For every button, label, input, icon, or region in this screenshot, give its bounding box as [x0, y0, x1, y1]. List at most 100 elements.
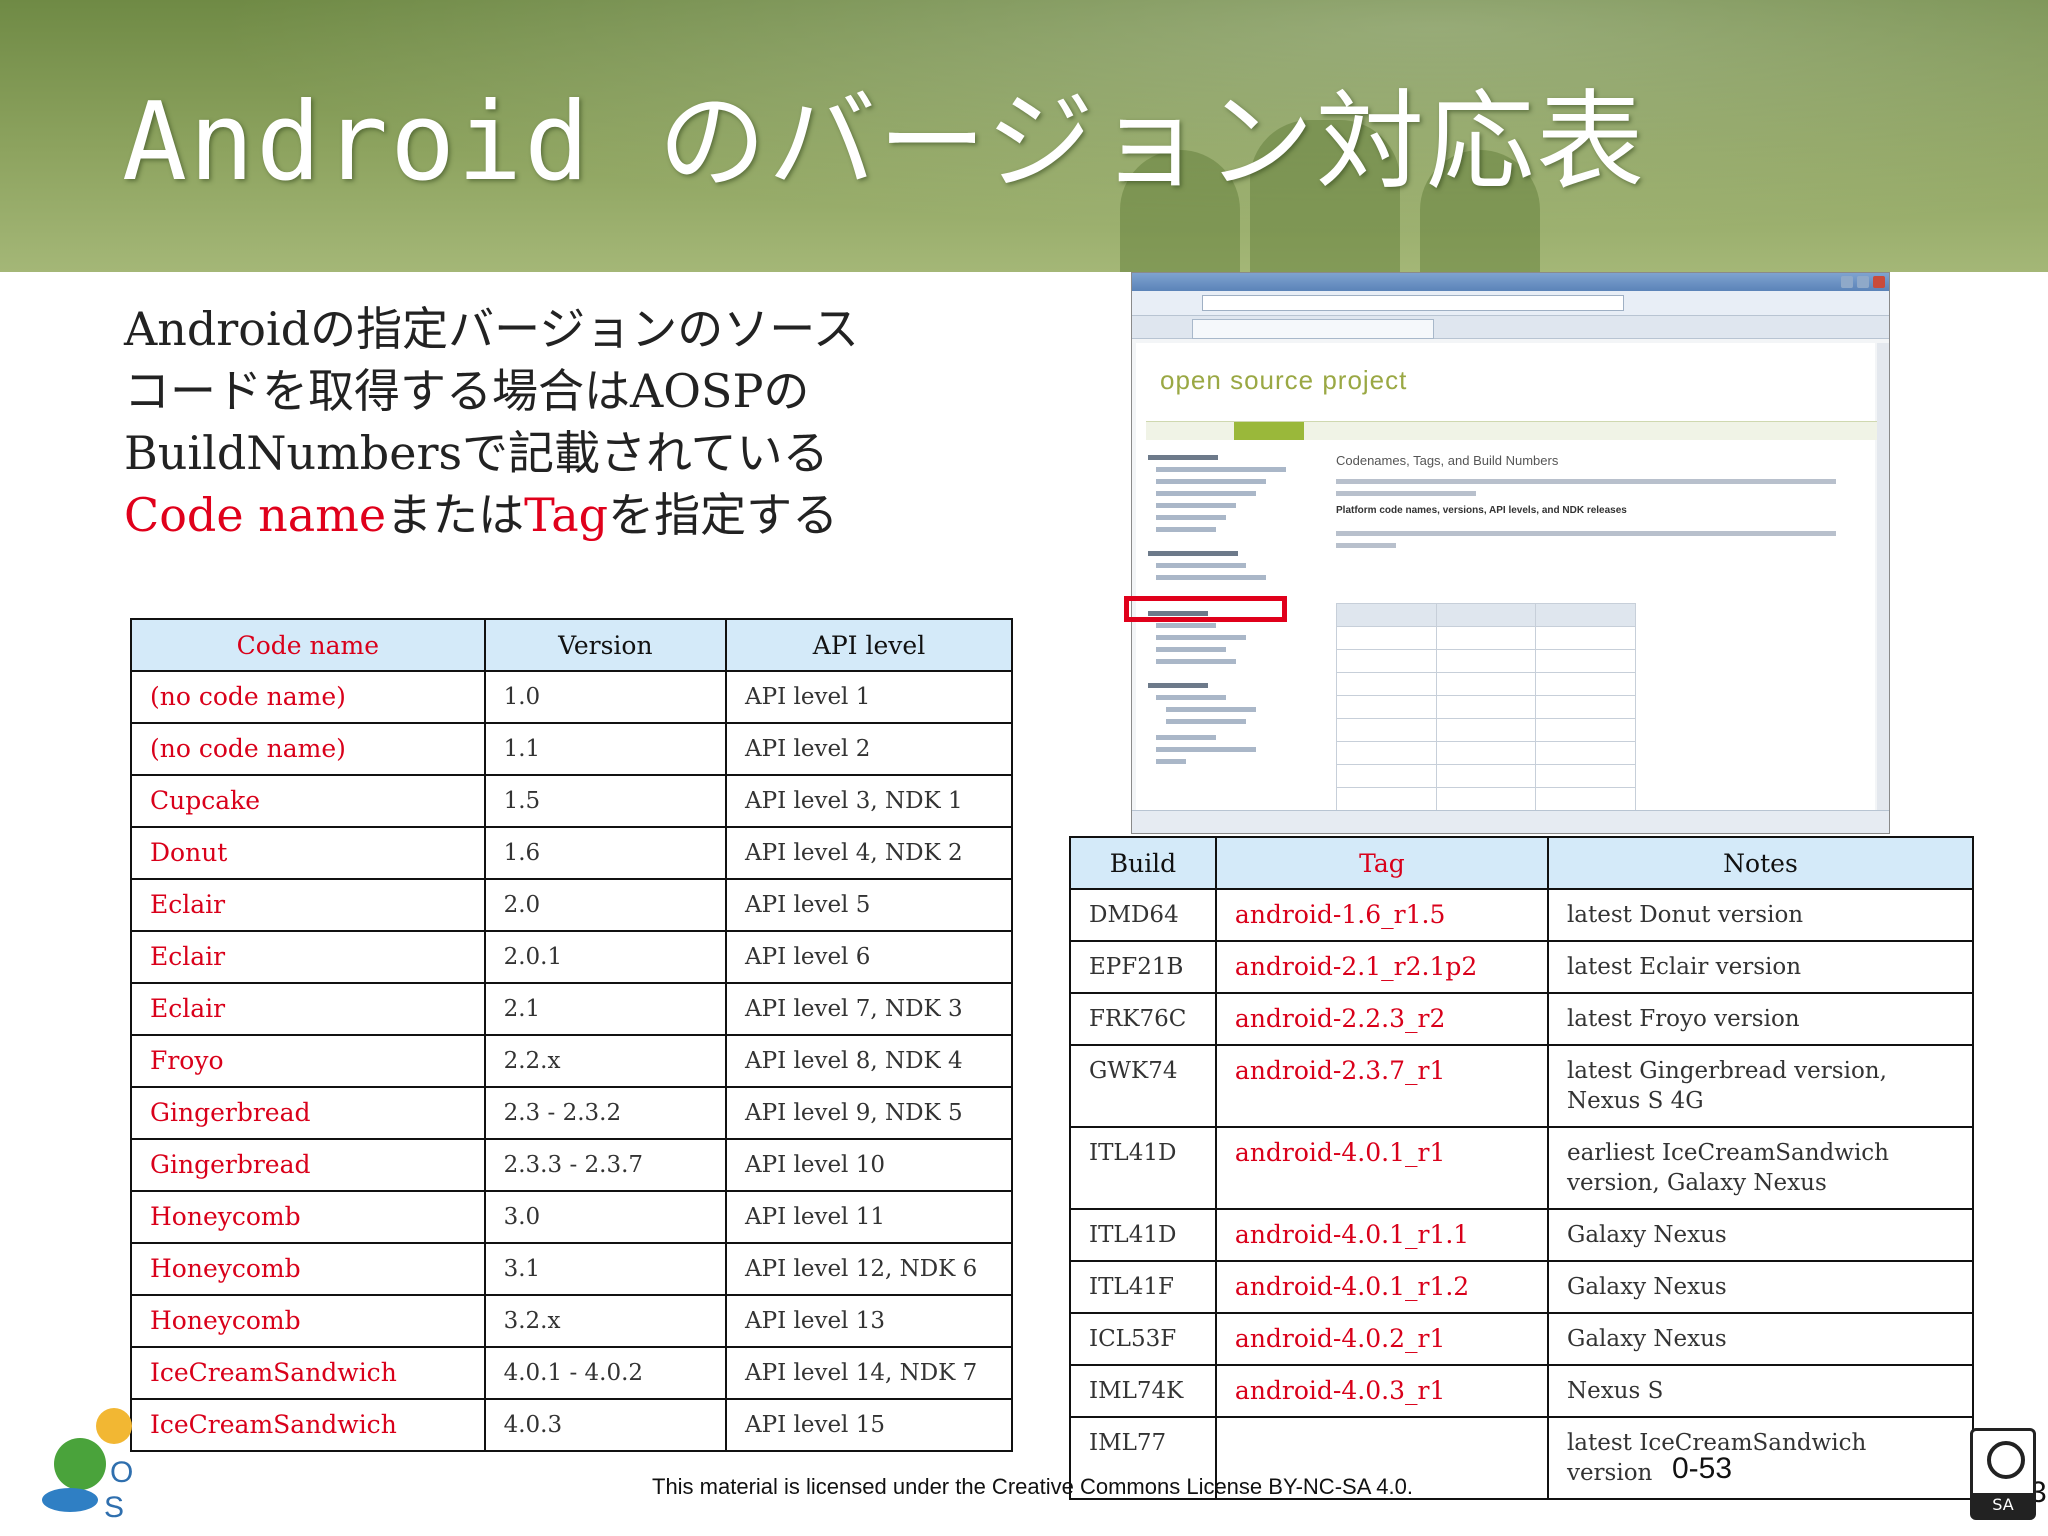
tag-cell: android-4.0.3_r1: [1214, 1364, 1549, 1418]
minimize-icon: [1841, 276, 1853, 288]
notes-cell: Galaxy Nexus: [1546, 1208, 1975, 1262]
svg-text:O: O: [110, 1456, 133, 1489]
tag-cell: android-2.1_r2.1p2: [1214, 940, 1549, 994]
table-row: (no code name) 1.0 API level 1: [130, 670, 1013, 724]
oss-logo-icon: O S: [42, 1408, 133, 1524]
table-row: Honeycomb 3.0 API level 11: [130, 1190, 1013, 1244]
tag-cell: android-4.0.1_r1.1: [1214, 1208, 1549, 1262]
column-header-api-level: API level: [725, 618, 1013, 672]
license-notice: This material is licensed under the Crea…: [652, 1474, 1413, 1499]
table-row: Eclair 2.0.1 API level 6: [130, 930, 1013, 984]
table-row: Honeycomb 3.2.x API level 13: [130, 1294, 1013, 1348]
notes-cell: Galaxy Nexus: [1546, 1312, 1975, 1366]
column-header-tag: Tag: [1214, 836, 1549, 890]
table-row: ITL41D android-4.0.1_r1 earliest IceCreamS…: [1069, 1126, 1975, 1210]
build-cell: ITL41D: [1069, 1208, 1217, 1262]
browser-status-bar: [1132, 810, 1889, 833]
version-cell: 1.5: [483, 774, 728, 828]
browser-scrollbar: [1877, 343, 1889, 811]
aosp-nav-bar: [1146, 421, 1881, 440]
table-row: GWK74 android-2.3.7_r1 latest Gingerbread …: [1069, 1044, 1975, 1128]
column-header-notes: Notes: [1546, 836, 1975, 890]
browser-screenshot: open source project Codenames, Tags, and…: [1131, 272, 1890, 834]
cc-circle-icon: [1987, 1441, 2025, 1479]
tag-cell: android-1.6_r1.5: [1214, 888, 1549, 942]
table-row: FRK76C android-2.2.3_r2 latest Froyo versi…: [1069, 992, 1975, 1046]
version-cell: 2.0: [483, 878, 728, 932]
aosp-site-title: open source project: [1160, 365, 1408, 395]
version-cell: 4.0.1 - 4.0.2: [483, 1346, 728, 1400]
browser-address-bar: [1132, 291, 1889, 316]
build-cell: EPF21B: [1069, 940, 1217, 994]
table-row: DMD64 android-1.6_r1.5 latest Donut versio…: [1069, 888, 1975, 942]
code-name-cell: Gingerbread: [130, 1138, 486, 1192]
column-header-code-name: Code name: [130, 618, 486, 672]
version-cell: 2.1: [483, 982, 728, 1036]
table-row: Gingerbread 2.3.3 - 2.3.7 API level 10: [130, 1138, 1013, 1192]
maximize-icon: [1857, 276, 1869, 288]
code-name-cell: Donut: [130, 826, 486, 880]
api-level-cell: API level 10: [725, 1138, 1013, 1192]
close-icon: [1873, 276, 1885, 288]
tag-cell: android-2.2.3_r2: [1214, 992, 1549, 1046]
api-level-cell: API level 15: [725, 1398, 1013, 1452]
intro-line-2: コードを取得する場合はAOSPの: [124, 364, 810, 418]
notes-cell: latest Eclair version: [1546, 940, 1975, 994]
code-name-cell: IceCreamSandwich: [130, 1398, 486, 1452]
version-cell: 2.2.x: [483, 1034, 728, 1088]
table-row: Froyo 2.2.x API level 8, NDK 4: [130, 1034, 1013, 1088]
version-cell: 4.0.3: [483, 1398, 728, 1452]
browser-titlebar: [1132, 273, 1889, 291]
version-cell: 1.1: [483, 722, 728, 776]
browser-tab: [1192, 319, 1434, 339]
table-header-row: Code name Version API level: [130, 618, 1013, 672]
intro-text: Androidの指定バージョンのソース コードを取得する場合はAOSPの Bui…: [124, 298, 944, 546]
build-numbers-highlight: [1124, 596, 1287, 622]
aosp-mini-table: [1336, 603, 1636, 811]
table-row: IceCreamSandwich 4.0.1 - 4.0.2 API level 1…: [130, 1346, 1013, 1400]
table-row: EPF21B android-2.1_r2.1p2 latest Eclair ve…: [1069, 940, 1975, 994]
tag-emphasis: Tag: [524, 488, 609, 542]
notes-cell: latest Gingerbread version, Nexus S 4G: [1546, 1044, 1975, 1128]
api-level-cell: API level 12, NDK 6: [725, 1242, 1013, 1296]
page-number: 0-53: [1672, 1452, 1733, 1485]
version-cell: 1.0: [483, 670, 728, 724]
intro-ending: を指定する: [608, 488, 839, 542]
aosp-page-heading: Codenames, Tags, and Build Numbers: [1336, 453, 1559, 468]
svg-text:S: S: [104, 1491, 124, 1524]
table-row: Eclair 2.1 API level 7, NDK 3: [130, 982, 1013, 1036]
table-row: (no code name) 1.1 API level 2: [130, 722, 1013, 776]
text-placeholder: [1336, 531, 1836, 536]
notes-cell: earliest IceCreamSandwich version, Galax…: [1546, 1126, 1975, 1210]
code-name-cell: Eclair: [130, 930, 486, 984]
table-row: IML74K android-4.0.3_r1 Nexus S: [1069, 1364, 1975, 1418]
version-cell: 1.6: [483, 826, 728, 880]
intro-connector: または: [386, 488, 525, 542]
code-name-cell: Froyo: [130, 1034, 486, 1088]
aosp-nav-selected: [1234, 422, 1304, 440]
notes-cell: latest Froyo version: [1546, 992, 1975, 1046]
intro-line-4: Code nameまたはTagを指定する: [124, 484, 944, 546]
build-tag-table: Build Tag Notes DMD64 android-1.6_r1.5 lat…: [1069, 836, 1975, 1500]
table-row: IceCreamSandwich 4.0.3 API level 15: [130, 1398, 1013, 1452]
aosp-section-heading: Platform code names, versions, API level…: [1336, 505, 1627, 516]
api-level-cell: API level 8, NDK 4: [725, 1034, 1013, 1088]
codename-version-table: Code name Version API level (no code nam…: [130, 618, 1013, 1452]
version-cell: 2.0.1: [483, 930, 728, 984]
cc-badge-label: SA: [1973, 1493, 2033, 1517]
code-name-cell: Honeycomb: [130, 1190, 486, 1244]
cc-license-icon: SA: [1970, 1428, 2036, 1520]
code-name-cell: (no code name): [130, 670, 486, 724]
build-cell: ICL53F: [1069, 1312, 1217, 1366]
text-placeholder: [1336, 491, 1476, 496]
build-cell: FRK76C: [1069, 992, 1217, 1046]
api-level-cell: API level 5: [725, 878, 1013, 932]
notes-cell: Galaxy Nexus: [1546, 1260, 1975, 1314]
column-header-version: Version: [483, 618, 728, 672]
code-name-cell: (no code name): [130, 722, 486, 776]
build-cell: GWK74: [1069, 1044, 1217, 1128]
table-row: Honeycomb 3.1 API level 12, NDK 6: [130, 1242, 1013, 1296]
table-row: Donut 1.6 API level 4, NDK 2: [130, 826, 1013, 880]
browser-tab-strip: [1132, 316, 1889, 339]
table-row: ITL41D android-4.0.1_r1.1 Galaxy Nexus: [1069, 1208, 1975, 1262]
